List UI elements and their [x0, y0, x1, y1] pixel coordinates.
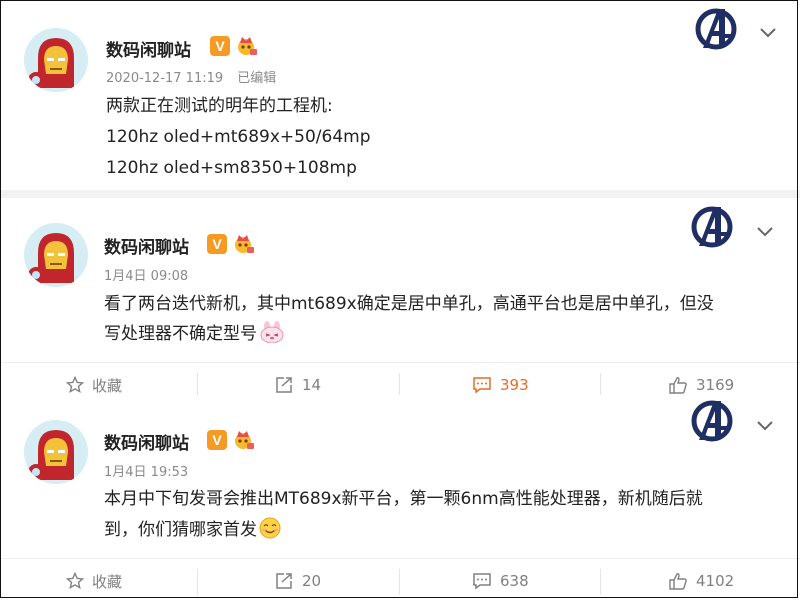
star-icon — [66, 572, 84, 590]
comment-count: 638 — [500, 572, 529, 590]
divider — [197, 569, 198, 595]
smile-emoji-icon — [259, 517, 281, 539]
author-name[interactable]: 数码闲聊站 — [104, 429, 189, 454]
bunny-emoji-icon — [260, 321, 284, 343]
post-line: 120hz oled+sm8350+108mp — [106, 158, 357, 178]
post-text: 本月中下旬发哥会推出MT689x新平台，第一颗6nm高性能处理器，新机随后就 到… — [104, 484, 774, 546]
chevron-down-icon[interactable] — [756, 420, 774, 432]
divider — [600, 569, 601, 595]
repost-count: 14 — [302, 376, 322, 394]
post-2: 数码闲聊站 V 1月4日 09:08 看了两台迭代新机，其中mt689x确定是居… — [0, 198, 800, 358]
avengers-logo-icon — [695, 8, 737, 50]
post-time: 1月4日 09:08 — [104, 269, 189, 284]
post-line: 两款正在测试的明年的工程机: — [106, 96, 333, 116]
repost-count: 20 — [302, 572, 322, 590]
avatar[interactable] — [24, 223, 88, 287]
post-1: 数码闲聊站 V 2020-12-17 11:19 已编辑 两款正在测试的明年的工… — [0, 0, 800, 190]
action-bar: 收藏 20 638 4102 — [0, 558, 800, 603]
comment-icon — [473, 573, 491, 590]
divider — [399, 569, 400, 595]
post-time: 1月4日 19:53 — [104, 465, 189, 480]
thumbs-up-icon — [669, 573, 687, 590]
author-name[interactable]: 数码闲聊站 — [104, 233, 189, 258]
post-line: 看了两台迭代新机，其中mt689x确定是居中单孔，高通平台也是居中单孔，但没 — [104, 294, 714, 314]
post-3: 数码闲聊站 V 1月4日 19:53 本月中下旬发哥会推出MT689x新平台，第… — [0, 395, 800, 560]
separator — [0, 190, 800, 198]
repost-icon — [276, 573, 292, 589]
comment-count: 393 — [500, 376, 529, 394]
favorite-button[interactable]: 收藏 — [66, 559, 122, 603]
post-meta: 2020-12-17 11:19 已编辑 — [106, 67, 286, 86]
avatar[interactable] — [24, 420, 88, 484]
comment-button[interactable]: 638 — [472, 559, 529, 603]
verified-badge-icon: V — [207, 430, 227, 450]
comment-icon — [473, 377, 491, 394]
like-count: 3169 — [696, 376, 735, 394]
post-line: 到，你们猜哪家首发 — [104, 520, 257, 540]
crown-icon — [238, 37, 257, 55]
repost-button[interactable]: 20 — [274, 559, 321, 603]
repost-icon — [276, 377, 292, 393]
post-line: 写处理器不确定型号 — [104, 324, 257, 344]
crown-icon — [235, 235, 254, 253]
avatar[interactable] — [24, 28, 88, 92]
favorite-label: 收藏 — [92, 572, 123, 591]
like-button[interactable]: 4102 — [668, 559, 734, 603]
post-line-2: 到，你们猜哪家首发 — [104, 515, 774, 546]
crown-icon — [235, 431, 254, 449]
post-line: 120hz oled+mt689x+50/64mp — [106, 127, 371, 147]
thumbs-up-icon — [669, 377, 687, 394]
post-line-2: 写处理器不确定型号 — [104, 319, 774, 349]
post-meta: 1月4日 09:08 — [104, 265, 198, 284]
post-time: 2020-12-17 11:19 — [106, 71, 224, 86]
chevron-down-icon[interactable] — [756, 226, 774, 238]
favorite-label: 收藏 — [92, 376, 123, 395]
avengers-logo-icon — [691, 400, 733, 442]
avengers-logo-icon — [691, 206, 733, 248]
post-text: 两款正在测试的明年的工程机: 120hz oled+mt689x+50/64mp… — [106, 91, 776, 184]
post-text: 看了两台迭代新机，其中mt689x确定是居中单孔，高通平台也是居中单孔，但没 写… — [104, 289, 774, 349]
like-count: 4102 — [696, 572, 735, 590]
post-meta: 1月4日 19:53 — [104, 461, 198, 480]
edited-label: 已编辑 — [237, 71, 277, 86]
verified-badge-icon: V — [210, 36, 230, 56]
post-line: 本月中下旬发哥会推出MT689x新平台，第一颗6nm高性能处理器，新机随后就 — [104, 489, 703, 509]
author-name[interactable]: 数码闲聊站 — [106, 36, 191, 61]
star-icon — [66, 376, 84, 394]
verified-badge-icon: V — [207, 234, 227, 254]
chevron-down-icon[interactable] — [759, 27, 777, 39]
